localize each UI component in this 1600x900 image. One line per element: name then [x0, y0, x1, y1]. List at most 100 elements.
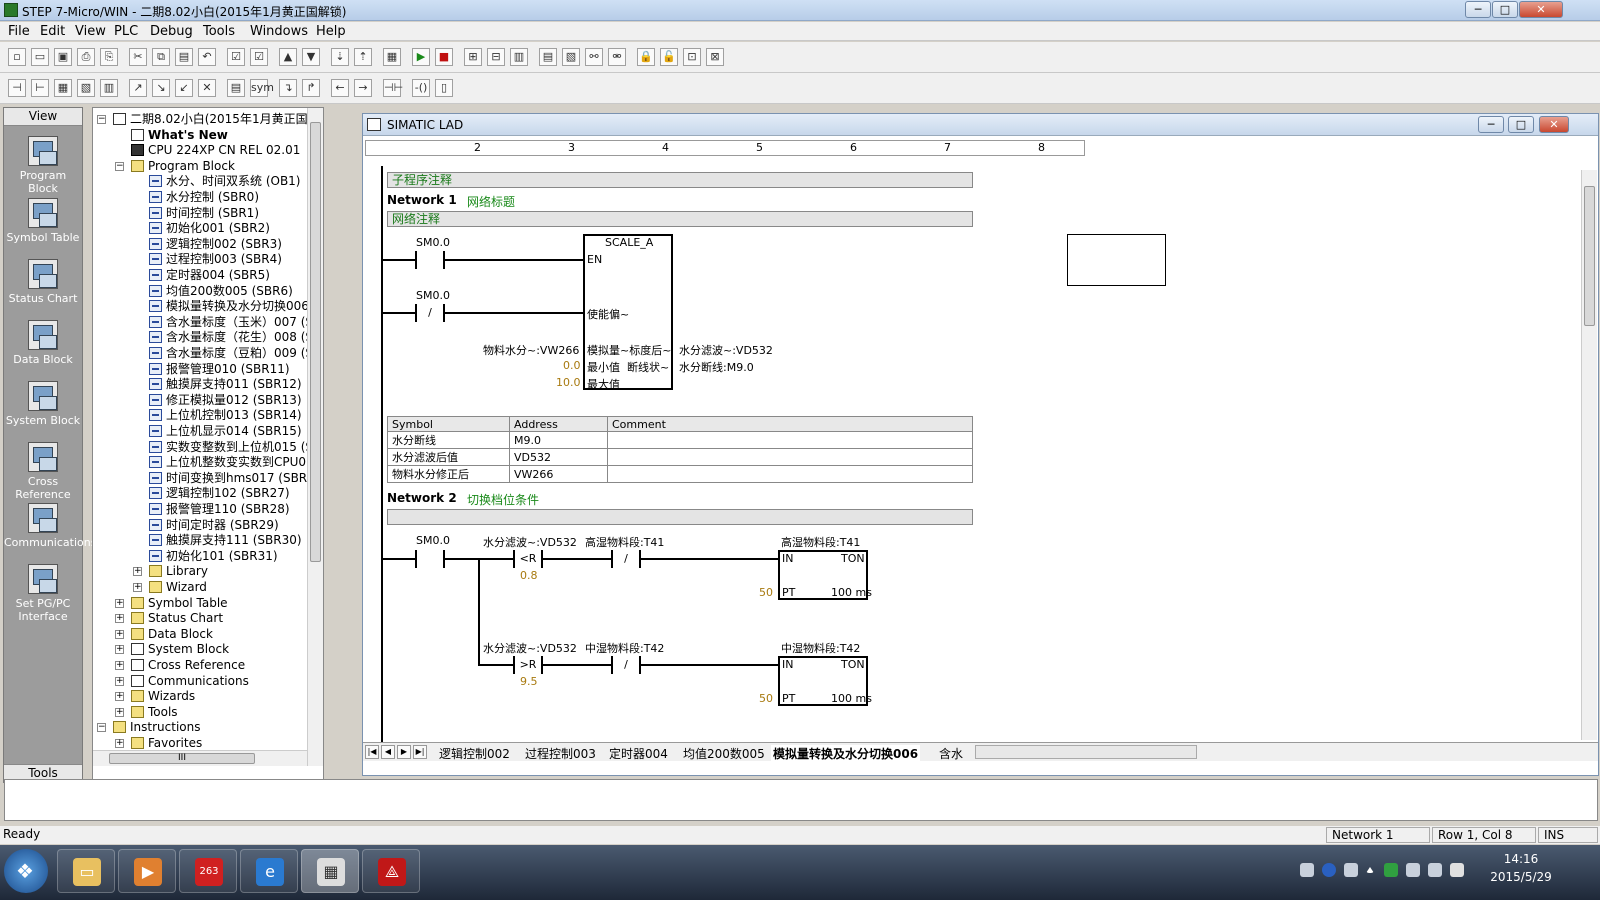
tree-item[interactable]: 时间控制 (SBR1): [93, 205, 307, 221]
tray-expand-icon[interactable]: [1366, 867, 1374, 873]
tree-item[interactable]: 定时器004 (SBR5): [93, 267, 307, 283]
unforce-all-icon[interactable]: ⊠: [706, 48, 724, 66]
next-bookmark-icon[interactable]: ↘: [152, 79, 170, 97]
menu-plc[interactable]: PLC: [114, 24, 138, 39]
taskbar-ie[interactable]: e: [240, 849, 298, 893]
compile-icon[interactable]: ☑: [227, 48, 245, 66]
compare-1-operand[interactable]: 水分滤波~:VD532: [483, 534, 577, 550]
tab-sbr8[interactable]: 含水: [939, 745, 969, 762]
expand-icon[interactable]: +: [115, 598, 124, 608]
expand-icon[interactable]: +: [115, 629, 124, 639]
ladder-editor[interactable]: 子程序注释 Network 1 网络标题 网络注释 SM0.0 SM0.0 / …: [381, 166, 1573, 752]
operand-vw266[interactable]: 物料水分~:VW266: [483, 342, 579, 358]
nav-symbol-table[interactable]: Symbol Table: [4, 198, 82, 244]
tab-sbr3[interactable]: 逻辑控制002: [439, 745, 510, 762]
menu-help[interactable]: Help: [316, 24, 346, 39]
tree-item[interactable]: + Library: [93, 563, 307, 579]
expand-icon[interactable]: +: [115, 692, 124, 702]
view-header[interactable]: View: [4, 108, 82, 126]
tree-item[interactable]: 上位机显示014 (SBR15): [93, 423, 307, 439]
tree-item[interactable]: 含水量标度（豆粕）009 (S: [93, 345, 307, 361]
copy-icon[interactable]: ⧉: [152, 48, 170, 66]
paste-icon[interactable]: ▤: [175, 48, 193, 66]
table-icon[interactable]: ▥: [100, 79, 118, 97]
first-tab-button[interactable]: |◀: [365, 745, 379, 759]
lad-hscrollbar[interactable]: [975, 745, 1197, 759]
expand-icon[interactable]: +: [115, 676, 124, 686]
output-window[interactable]: [4, 779, 1598, 821]
security-shield-icon[interactable]: [1384, 863, 1398, 877]
lock-icon[interactable]: 🔒: [637, 48, 655, 66]
stop-icon[interactable]: ■: [435, 48, 453, 66]
read-force-icon[interactable]: ⊡: [683, 48, 701, 66]
network-1-comment[interactable]: 网络注释: [387, 211, 973, 227]
nav-communications[interactable]: Communications: [4, 503, 96, 549]
compare-1-value[interactable]: 0.8: [520, 569, 538, 582]
operand-m90[interactable]: 水分断线:M9.0: [679, 359, 754, 375]
last-tab-button[interactable]: ▶|: [413, 745, 427, 759]
sort-asc-icon[interactable]: ⇣: [331, 48, 349, 66]
menu-edit[interactable]: Edit: [40, 24, 65, 39]
tab-sbr6[interactable]: 均值200数005: [683, 745, 765, 762]
nav-set-pg-pc[interactable]: Set PG/PC Interface: [4, 564, 82, 623]
no-contact-sm00-n2[interactable]: [415, 550, 445, 568]
expand-icon[interactable]: +: [115, 614, 124, 624]
tree-item[interactable]: + Symbol Table: [93, 595, 307, 611]
menu-file[interactable]: File: [8, 24, 30, 39]
unforce-icon[interactable]: ⚮: [608, 48, 626, 66]
run-icon[interactable]: ▶: [412, 48, 430, 66]
download-icon[interactable]: ▼: [302, 48, 320, 66]
tree-item[interactable]: 触摸屏支持011 (SBR12): [93, 376, 307, 392]
prev-bookmark-icon[interactable]: ↙: [175, 79, 193, 97]
tab-sbr5[interactable]: 定时器004: [609, 745, 668, 762]
options-icon[interactable]: ▦: [383, 48, 401, 66]
maximize-button[interactable]: □: [1492, 1, 1518, 18]
expand-icon[interactable]: +: [115, 645, 124, 655]
operand-min-value[interactable]: 0.0: [563, 359, 581, 372]
contact-icon[interactable]: ⊣⊢: [383, 79, 403, 97]
prev-tab-button[interactable]: ◀: [381, 745, 395, 759]
symbol-table-icon[interactable]: ▤: [227, 79, 245, 97]
menu-windows[interactable]: Windows: [250, 24, 308, 39]
tree-item[interactable]: + Cross Reference: [93, 657, 307, 673]
tree-hscroll-thumb[interactable]: III: [109, 753, 255, 764]
tree-item[interactable]: What's New: [93, 127, 307, 143]
upload-icon[interactable]: ▲: [279, 48, 297, 66]
nc-contact-t42[interactable]: /: [611, 656, 641, 674]
menu-tools[interactable]: Tools: [203, 24, 235, 39]
tree-item[interactable]: + Communications: [93, 673, 307, 689]
remove-bookmarks-icon[interactable]: ✕: [198, 79, 216, 97]
tree-item[interactable]: 报警管理010 (SBR11): [93, 361, 307, 377]
toggle-poi-icon[interactable]: ▦: [54, 79, 72, 97]
flag-icon[interactable]: [1406, 863, 1420, 877]
insert-network-icon[interactable]: ⊣: [8, 79, 26, 97]
menu-debug[interactable]: Debug: [150, 24, 193, 39]
up-line-icon[interactable]: ↱: [302, 79, 320, 97]
tree-item[interactable]: 水分、时间双系统 (OB1): [93, 173, 307, 189]
nav-system-block[interactable]: System Block: [4, 381, 82, 427]
next-tab-button[interactable]: ▶: [397, 745, 411, 759]
tree-item[interactable]: 时间变换到hms017 (SBR18: [93, 470, 307, 486]
input-method-icon[interactable]: [1344, 863, 1358, 877]
nc-contact-sm00[interactable]: /: [415, 304, 445, 322]
sym-icon[interactable]: sym: [250, 79, 274, 97]
tree-item[interactable]: 实数变整数到上位机015 (S: [93, 439, 307, 455]
network-2-comment[interactable]: [387, 509, 973, 525]
tab-sbr4[interactable]: 过程控制003: [525, 745, 596, 762]
tree-item[interactable]: + Tools: [93, 704, 307, 720]
expand-icon[interactable]: +: [115, 739, 124, 748]
minimize-button[interactable]: ─: [1465, 1, 1491, 18]
network-icon[interactable]: [1428, 863, 1442, 877]
toggle-trend-icon[interactable]: ▧: [77, 79, 95, 97]
network-1-title[interactable]: 网络标题: [467, 193, 515, 210]
collapse-icon[interactable]: −: [115, 161, 124, 171]
clock-date[interactable]: 2015/5/29: [1476, 870, 1566, 884]
expand-icon[interactable]: +: [133, 583, 142, 592]
taskbar-pdf[interactable]: ⟁: [362, 849, 420, 893]
taskbar-media-player[interactable]: ▶: [118, 849, 176, 893]
tree-item[interactable]: 逻辑控制002 (SBR3): [93, 236, 307, 252]
compare-gt-real[interactable]: >R: [513, 656, 543, 674]
chart-status-icon[interactable]: ⊟: [487, 48, 505, 66]
delete-network-icon[interactable]: ⊢: [31, 79, 49, 97]
nc-contact-t41[interactable]: /: [611, 550, 641, 568]
